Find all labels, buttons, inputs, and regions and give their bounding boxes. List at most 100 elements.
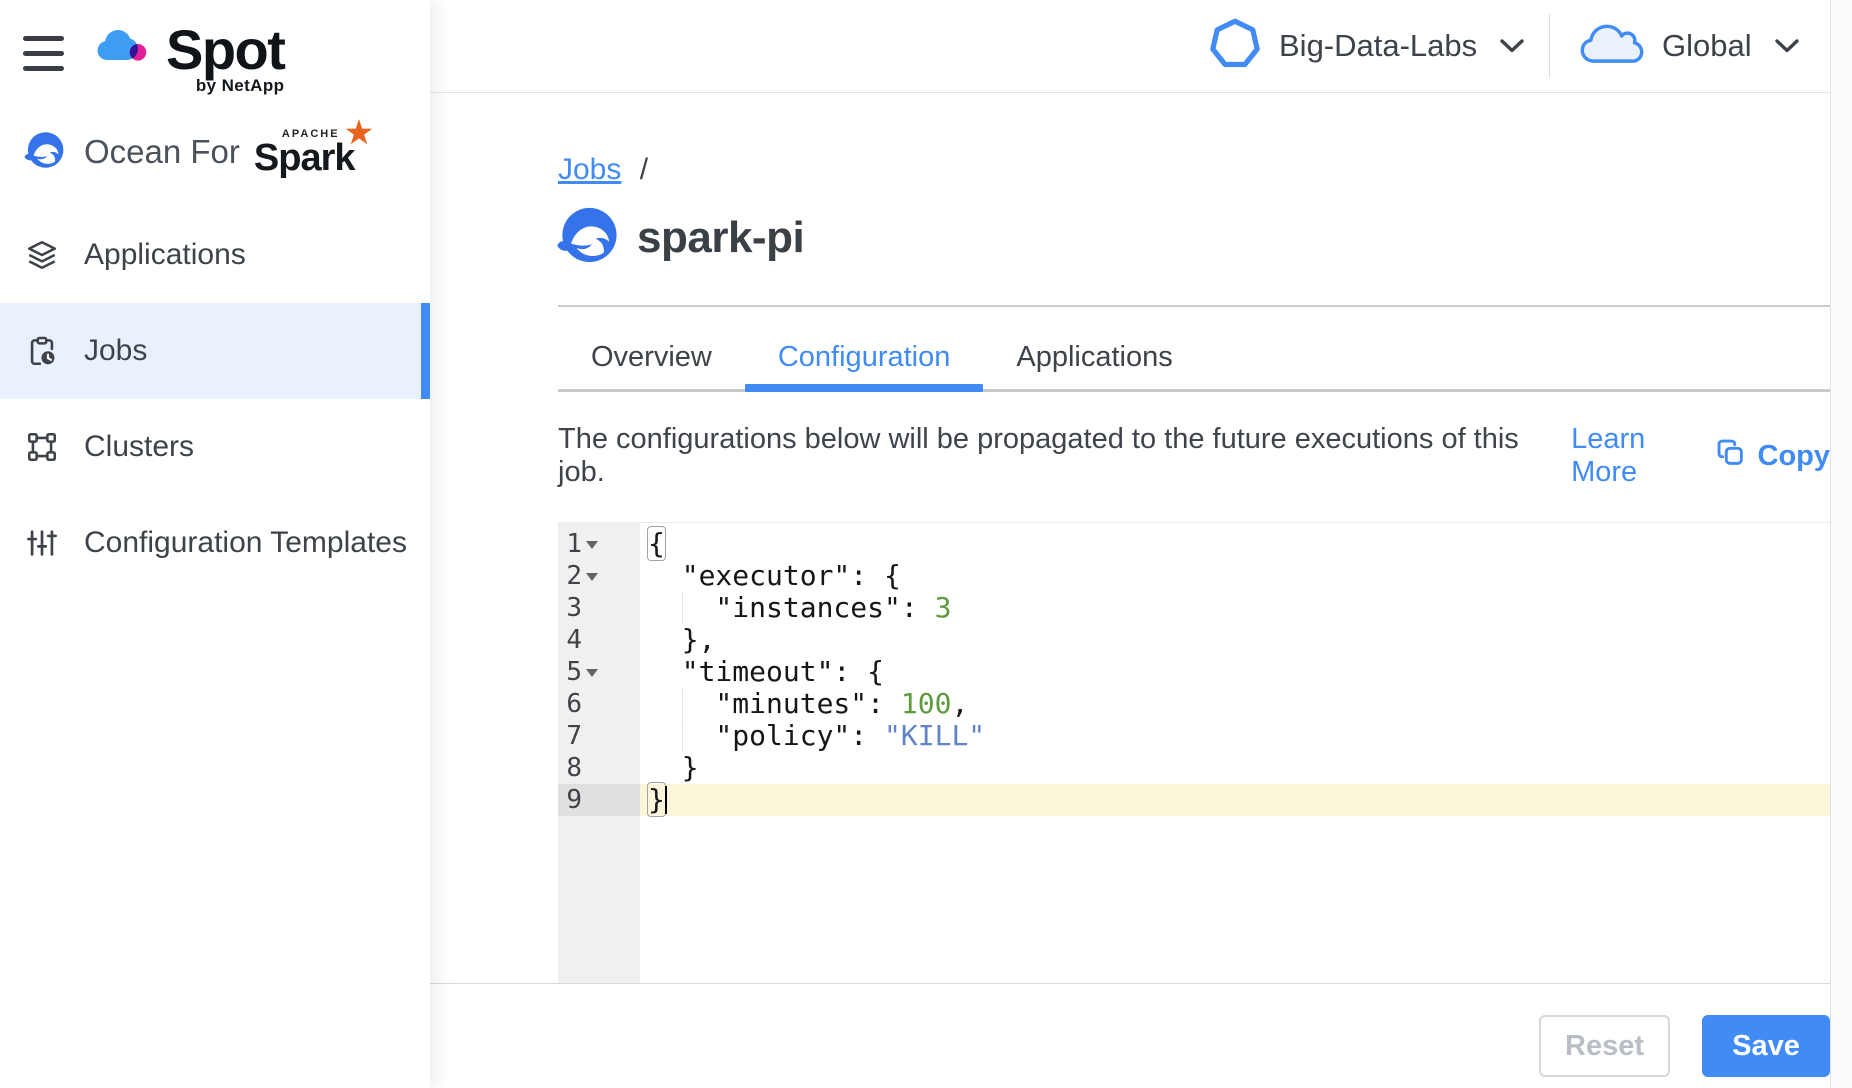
clipboard-clock-icon bbox=[24, 333, 60, 369]
org-name: Big-Data-Labs bbox=[1279, 28, 1477, 64]
sidebar-item-label: Jobs bbox=[84, 334, 147, 368]
learn-more-link[interactable]: Learn More bbox=[1571, 423, 1715, 489]
editor-gutter: 123456789 bbox=[558, 523, 640, 983]
sidebar-item-jobs[interactable]: Jobs bbox=[0, 303, 430, 399]
tab-configuration[interactable]: Configuration bbox=[745, 326, 984, 392]
indent-guide bbox=[682, 592, 683, 624]
fold-arrow-icon[interactable] bbox=[582, 656, 598, 688]
breadcrumb-jobs-link[interactable]: Jobs bbox=[558, 153, 621, 186]
code-segment-plain: }, bbox=[648, 623, 715, 656]
sliders-icon bbox=[24, 525, 60, 561]
gutter-line-5: 5 bbox=[558, 656, 640, 688]
editor-code-area: { "executor": { "instances": 3 }, "timeo… bbox=[640, 523, 1830, 983]
code-segment-number: 100 bbox=[901, 687, 952, 720]
sidebar-item-clusters[interactable]: Clusters bbox=[0, 399, 430, 495]
config-description: The configurations below will be propaga… bbox=[558, 423, 1547, 489]
sidebar-item-configuration-templates[interactable]: Configuration Templates bbox=[0, 495, 430, 591]
sidebar-item-applications[interactable]: Applications bbox=[0, 207, 430, 303]
hamburger-menu-icon[interactable] bbox=[23, 36, 64, 71]
line-number: 7 bbox=[566, 721, 582, 751]
page-scrollbar[interactable] bbox=[1830, 0, 1852, 1088]
line-number: 6 bbox=[566, 689, 582, 719]
gutter-line-2: 2 bbox=[558, 560, 640, 592]
gutter-line-4: 4 bbox=[558, 624, 640, 656]
gutter-line-8: 8 bbox=[558, 752, 640, 784]
scope-name: Global bbox=[1662, 28, 1752, 64]
code-line-9[interactable]: } bbox=[640, 784, 1830, 816]
fold-arrow-icon[interactable] bbox=[582, 528, 598, 560]
spot-wordmark: Spot bbox=[166, 24, 284, 76]
sidebar-item-label: Applications bbox=[84, 238, 246, 272]
code-segment-plain: "minutes": bbox=[648, 687, 901, 720]
tab-applications[interactable]: Applications bbox=[983, 326, 1205, 392]
main-content: Jobs / spark-pi OverviewConfigurationApp… bbox=[430, 93, 1830, 983]
gutter-line-3: 3 bbox=[558, 592, 640, 624]
ocean-wave-icon bbox=[23, 130, 65, 175]
tab-bar: OverviewConfigurationApplications bbox=[558, 326, 1830, 392]
indent-guide bbox=[682, 688, 683, 720]
scope-selector[interactable]: Global bbox=[1580, 0, 1800, 92]
reset-button[interactable]: Reset bbox=[1539, 1015, 1670, 1077]
code-segment-plain: , bbox=[951, 687, 968, 720]
code-line-6[interactable]: "minutes": 100, bbox=[640, 688, 1830, 720]
cluster-nodes-icon bbox=[24, 429, 60, 465]
line-number: 9 bbox=[566, 785, 582, 815]
fold-spacer bbox=[582, 784, 598, 816]
code-segment-bracket: { bbox=[648, 527, 665, 560]
fold-spacer bbox=[582, 688, 598, 720]
code-segment-plain: } bbox=[648, 751, 699, 784]
code-line-1[interactable]: { bbox=[640, 528, 1830, 560]
spot-cloud-icon bbox=[94, 24, 156, 81]
code-line-8[interactable]: } bbox=[640, 752, 1830, 784]
chevron-down-icon bbox=[1774, 38, 1800, 59]
gutter-line-1: 1 bbox=[558, 528, 640, 560]
copy-button[interactable]: Copy bbox=[1716, 438, 1831, 475]
line-number: 8 bbox=[566, 753, 582, 783]
code-line-5[interactable]: "timeout": { bbox=[640, 656, 1830, 688]
gutter-line-7: 7 bbox=[558, 720, 640, 752]
sidebar-item-label: Clusters bbox=[84, 430, 194, 464]
cloud-icon bbox=[1580, 21, 1644, 72]
app-window: Spot by NetApp Ocean For APACHE Spark bbox=[0, 0, 1852, 1088]
job-wave-icon bbox=[555, 205, 619, 270]
line-number: 4 bbox=[566, 625, 582, 655]
spot-byline: by NetApp bbox=[196, 76, 285, 96]
json-config-editor[interactable]: 123456789 { "executor": { "instances": 3… bbox=[558, 522, 1830, 983]
sidebar-nav: Applications Jobs Clusters Configuration Te… bbox=[0, 207, 430, 591]
code-line-7[interactable]: "policy": "KILL" bbox=[640, 720, 1830, 752]
tab-overview[interactable]: Overview bbox=[558, 326, 745, 392]
fold-spacer bbox=[582, 624, 598, 656]
code-segment-plain: "timeout": { bbox=[648, 655, 884, 688]
save-button[interactable]: Save bbox=[1702, 1015, 1830, 1077]
code-line-3[interactable]: "instances": 3 bbox=[640, 592, 1830, 624]
line-number: 5 bbox=[566, 657, 582, 687]
copy-icon bbox=[1716, 438, 1745, 475]
org-selector[interactable]: Big-Data-Labs bbox=[1209, 0, 1525, 92]
code-segment-number: 3 bbox=[935, 591, 952, 624]
code-line-2[interactable]: "executor": { bbox=[640, 560, 1830, 592]
fold-arrow-icon[interactable] bbox=[582, 560, 598, 592]
gutter-line-6: 6 bbox=[558, 688, 640, 720]
spark-star-icon bbox=[344, 118, 374, 153]
sidebar-item-label: Configuration Templates bbox=[84, 526, 407, 560]
fold-spacer bbox=[582, 592, 598, 624]
product-name: Ocean For bbox=[84, 133, 240, 171]
line-number: 2 bbox=[566, 561, 582, 591]
breadcrumb: Jobs / bbox=[558, 153, 648, 187]
code-segment-plain: "instances": bbox=[648, 591, 935, 624]
title-divider bbox=[558, 305, 1830, 307]
breadcrumb-separator: / bbox=[640, 153, 648, 186]
code-line-4[interactable]: }, bbox=[640, 624, 1830, 656]
text-cursor bbox=[665, 786, 667, 814]
spot-logo: Spot by NetApp bbox=[94, 24, 284, 96]
indent-guide bbox=[682, 720, 683, 752]
footer-bar: Reset Save bbox=[430, 983, 1852, 1088]
chevron-down-icon bbox=[1499, 38, 1525, 59]
heptagon-icon bbox=[1209, 18, 1261, 75]
layers-icon bbox=[24, 237, 60, 273]
ocean-for-spark-logo[interactable]: Ocean For APACHE Spark bbox=[23, 126, 362, 178]
code-segment-plain: "policy": bbox=[648, 719, 884, 752]
code-segment-plain: "executor": { bbox=[648, 559, 901, 592]
gutter-line-9: 9 bbox=[558, 784, 640, 816]
code-segment-bracket: } bbox=[648, 783, 665, 816]
